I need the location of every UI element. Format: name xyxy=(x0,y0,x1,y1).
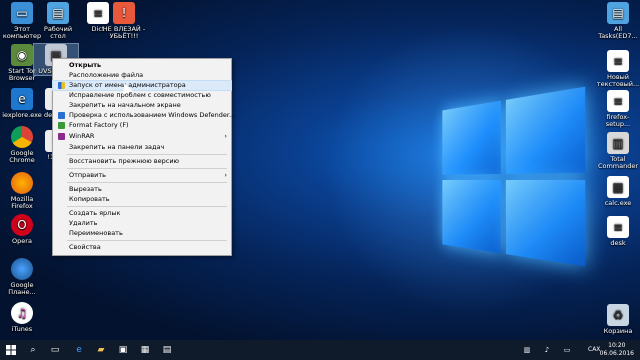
menu-item-compatibility[interactable]: Исправление проблем с совместимостью xyxy=(53,91,231,100)
volume-icon: ♪ xyxy=(544,346,550,354)
defender-icon xyxy=(58,112,65,119)
language-indicator[interactable]: CAX xyxy=(588,346,600,353)
tray-volume[interactable]: ♪ xyxy=(540,343,554,357)
menu-item-format-factory[interactable]: Format Factory (F) xyxy=(53,121,231,130)
desktop-icon-total-commander[interactable]: ▥ Total Commander xyxy=(596,132,640,170)
edge-icon: e xyxy=(76,345,82,355)
menu-item-open[interactable]: Открыть xyxy=(53,61,231,70)
ie-icon: e xyxy=(11,88,33,110)
folder-icon: ▤ xyxy=(607,2,629,24)
menu-item-winrar[interactable]: WinRAR › xyxy=(53,132,231,141)
menu-item-cut[interactable]: Вырезать xyxy=(53,185,231,194)
start-button[interactable] xyxy=(4,343,18,357)
firefox-icon xyxy=(11,172,33,194)
clock-time: 10:20 xyxy=(608,342,626,349)
menu-separator xyxy=(67,240,227,241)
context-menu: Открыть Расположение файла Запуск от име… xyxy=(52,58,235,256)
desktop-icon-desk[interactable]: ≡ desk xyxy=(596,216,640,247)
menu-item-send-to[interactable]: Отправить › xyxy=(53,171,231,180)
document-icon: ≡ xyxy=(607,90,629,112)
logo-pane-tl xyxy=(442,100,501,175)
menu-item-run-as-admin[interactable]: Запуск от имени администратора xyxy=(52,80,232,91)
taskbar-app-1[interactable]: ▦ xyxy=(138,343,152,357)
shield-icon xyxy=(58,82,65,89)
tray-battery[interactable]: ▭ xyxy=(560,343,574,357)
menu-separator xyxy=(67,154,227,155)
desktop-icon-opera[interactable]: O Opera xyxy=(0,214,44,245)
desktop-icon-recycle-bin[interactable]: ♻ Корзина xyxy=(596,304,640,335)
desktop-background: ▭ Этот компьютер ◉ Start Tor Browser e i… xyxy=(0,0,640,340)
windows-logo xyxy=(442,86,589,274)
taskbar-edge[interactable]: e xyxy=(72,343,86,357)
menu-separator xyxy=(67,206,227,207)
clock-date: 06.06.2016 xyxy=(599,350,634,357)
clock[interactable]: 10:20 06.06.2016 xyxy=(600,342,634,358)
menu-item-defender-scan[interactable]: Проверка с использованием Windows Defend… xyxy=(53,111,235,120)
logo-pane-br xyxy=(505,180,586,267)
app-icon: ▦ xyxy=(140,345,150,355)
app-icon: ▤ xyxy=(162,345,172,355)
winrar-icon xyxy=(58,133,65,140)
warning-icon: ! xyxy=(113,2,135,24)
menu-separator xyxy=(67,168,227,169)
search-button[interactable]: ⌕ xyxy=(26,343,40,357)
menu-item-pin-start[interactable]: Закрепить на начальном экране xyxy=(53,101,231,110)
desktop-icon-all-tasks[interactable]: ▤ All Tasks(ED7... xyxy=(596,2,640,40)
desktop-icon-google-earth[interactable]: Google Планe... xyxy=(0,258,44,296)
task-view-icon: ▭ xyxy=(50,345,60,355)
menu-item-rename[interactable]: Переименовать xyxy=(53,229,231,238)
menu-item-restore-version[interactable]: Восстановить прежнюю версию xyxy=(53,157,231,166)
chrome-icon xyxy=(11,126,33,148)
opera-icon: O xyxy=(11,214,33,236)
tc-icon: ▥ xyxy=(607,132,629,154)
menu-item-delete[interactable]: Удалить xyxy=(53,219,231,228)
tray-network[interactable]: ▥ xyxy=(520,343,534,357)
task-view-button[interactable]: ▭ xyxy=(48,343,62,357)
desktop-icon-calc[interactable]: ▦ calc.exe xyxy=(596,176,640,207)
desktop-icon-itunes[interactable]: ♫ iTunes xyxy=(0,302,44,333)
itunes-icon: ♫ xyxy=(11,302,33,324)
desktop-icon-firefox[interactable]: Mozilla Firefox xyxy=(0,172,44,210)
chevron-right-icon: › xyxy=(224,171,227,179)
menu-item-create-shortcut[interactable]: Создать ярлык xyxy=(53,209,231,218)
taskbar-explorer[interactable]: ▰ xyxy=(94,343,108,357)
tor-icon: ◉ xyxy=(11,44,33,66)
desktop-icon-warning[interactable]: ! НЕ ВЛЕЗАЙ - УБЬЁТ!!! xyxy=(102,2,146,40)
store-icon: ▣ xyxy=(118,345,128,355)
menu-item-pin-taskbar[interactable]: Закрепить на панели задач xyxy=(53,143,231,152)
desktop-icon-new-text[interactable]: ≡ Новый текстовый... xyxy=(596,50,640,88)
computer-icon: ▭ xyxy=(11,2,33,24)
document-icon: ≡ xyxy=(607,216,629,238)
taskbar: ⌕ ▭ e ▰ ▣ ▦ ▤ ▥ ♪ ▭ CAX 10:20 06.06.2016 xyxy=(0,340,640,360)
menu-item-file-location[interactable]: Расположение файла xyxy=(53,71,231,80)
windows-start-icon xyxy=(6,345,16,355)
document-icon: ≡ xyxy=(607,50,629,72)
explorer-icon: ▰ xyxy=(97,345,105,355)
network-icon: ▥ xyxy=(523,346,531,354)
logo-pane-bl xyxy=(442,180,501,254)
earth-icon xyxy=(11,258,33,280)
logo-pane-tr xyxy=(505,86,586,174)
search-icon: ⌕ xyxy=(30,345,36,355)
recycle-bin-icon: ♻ xyxy=(607,304,629,326)
ff-icon xyxy=(58,122,65,129)
taskbar-store[interactable]: ▣ xyxy=(116,343,130,357)
taskbar-app-2[interactable]: ▤ xyxy=(160,343,174,357)
menu-item-properties[interactable]: Свойства xyxy=(53,243,231,252)
calc-icon: ▦ xyxy=(607,176,629,198)
desktop-icon-firefox-setup[interactable]: ≡ firefox-setup... xyxy=(596,90,640,128)
menu-separator xyxy=(67,182,227,183)
desktop-icon-desktop-folder[interactable]: ▤ Рабочий стол xyxy=(36,2,80,40)
battery-icon: ▭ xyxy=(563,346,571,354)
folder-icon: ▤ xyxy=(47,2,69,24)
chevron-right-icon: › xyxy=(224,132,227,140)
menu-item-copy[interactable]: Копировать xyxy=(53,195,231,204)
